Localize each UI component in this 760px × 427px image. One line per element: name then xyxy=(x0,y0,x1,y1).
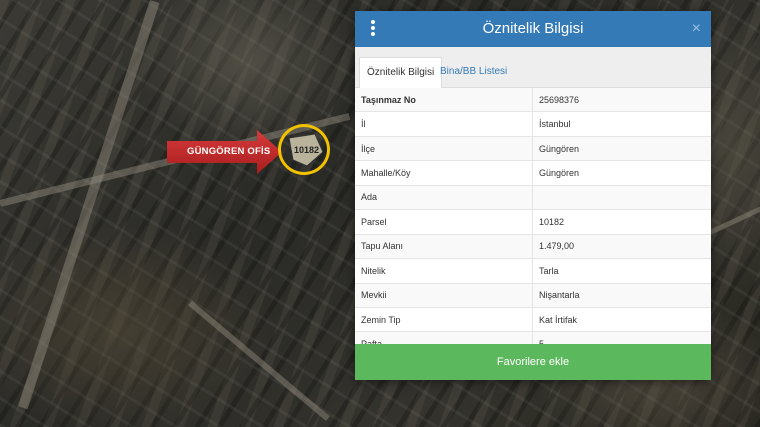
attribute-key: Ada xyxy=(355,184,533,210)
panel-header: Öznitelik Bilgisi × xyxy=(355,11,711,47)
table-row: Taşınmaz No 25698376 xyxy=(355,88,711,112)
attribute-value: Güngören xyxy=(532,135,711,161)
attribute-value: 10182 xyxy=(532,209,711,235)
tab-building-list[interactable]: Bina/BB Listesi xyxy=(433,57,514,86)
close-icon[interactable]: × xyxy=(692,11,701,47)
attribute-key: Taşınmaz No xyxy=(355,88,533,112)
attribute-key: İl xyxy=(355,111,533,137)
attribute-panel: Öznitelik Bilgisi × Öznitelik Bilgisi Bi… xyxy=(355,11,711,380)
map-road xyxy=(18,0,160,410)
map-road xyxy=(708,204,760,235)
attribute-value: 1.479,00 xyxy=(532,233,711,259)
attribute-value: Güngören xyxy=(532,160,711,186)
table-row: Nitelik Tarla xyxy=(355,258,711,283)
attribute-value xyxy=(532,184,711,210)
attribute-key: Parsel xyxy=(355,209,533,235)
parcel-number-label: 10182 xyxy=(294,145,320,155)
attribute-key: Zemin Tip xyxy=(355,306,533,332)
map-road xyxy=(188,300,330,421)
attribute-key: Nitelik xyxy=(355,258,533,283)
panel-tabs: Öznitelik Bilgisi Bina/BB Listesi xyxy=(355,47,711,88)
attribute-value: Kat İrtifak xyxy=(532,306,711,332)
attribute-value: Nişantarla xyxy=(532,282,711,308)
table-row: Mevkii Nişantarla xyxy=(355,282,711,308)
attribute-table: Taşınmaz No 25698376 İl İstanbul İlçe Güngöre… xyxy=(355,88,711,356)
tab-attribute-info[interactable]: Öznitelik Bilgisi xyxy=(359,57,443,88)
table-row: Tapu Alanı 1.479,00 xyxy=(355,233,711,259)
attribute-key: Tapu Alanı xyxy=(355,233,533,259)
office-marker-arrow[interactable]: GÜNGÖREN OFİS xyxy=(167,130,282,174)
attribute-value: 25698376 xyxy=(532,88,711,112)
attribute-value: İstanbul xyxy=(532,111,711,137)
attribute-key: Mahalle/Köy xyxy=(355,160,533,186)
table-row: İl İstanbul xyxy=(355,111,711,137)
office-marker-label: GÜNGÖREN OFİS xyxy=(187,146,271,157)
attribute-key: Mevkii xyxy=(355,282,533,308)
table-row: Zemin Tip Kat İrtifak xyxy=(355,306,711,332)
table-row: Mahalle/Köy Güngören xyxy=(355,160,711,186)
panel-title: Öznitelik Bilgisi xyxy=(482,20,584,37)
table-row: Ada xyxy=(355,184,711,210)
table-row: Parsel 10182 xyxy=(355,209,711,235)
add-to-favorites-button[interactable]: Favorilere ekle xyxy=(355,344,711,380)
attribute-key: İlçe xyxy=(355,135,533,161)
attribute-value: Tarla xyxy=(532,258,711,283)
table-row: İlçe Güngören xyxy=(355,135,711,161)
